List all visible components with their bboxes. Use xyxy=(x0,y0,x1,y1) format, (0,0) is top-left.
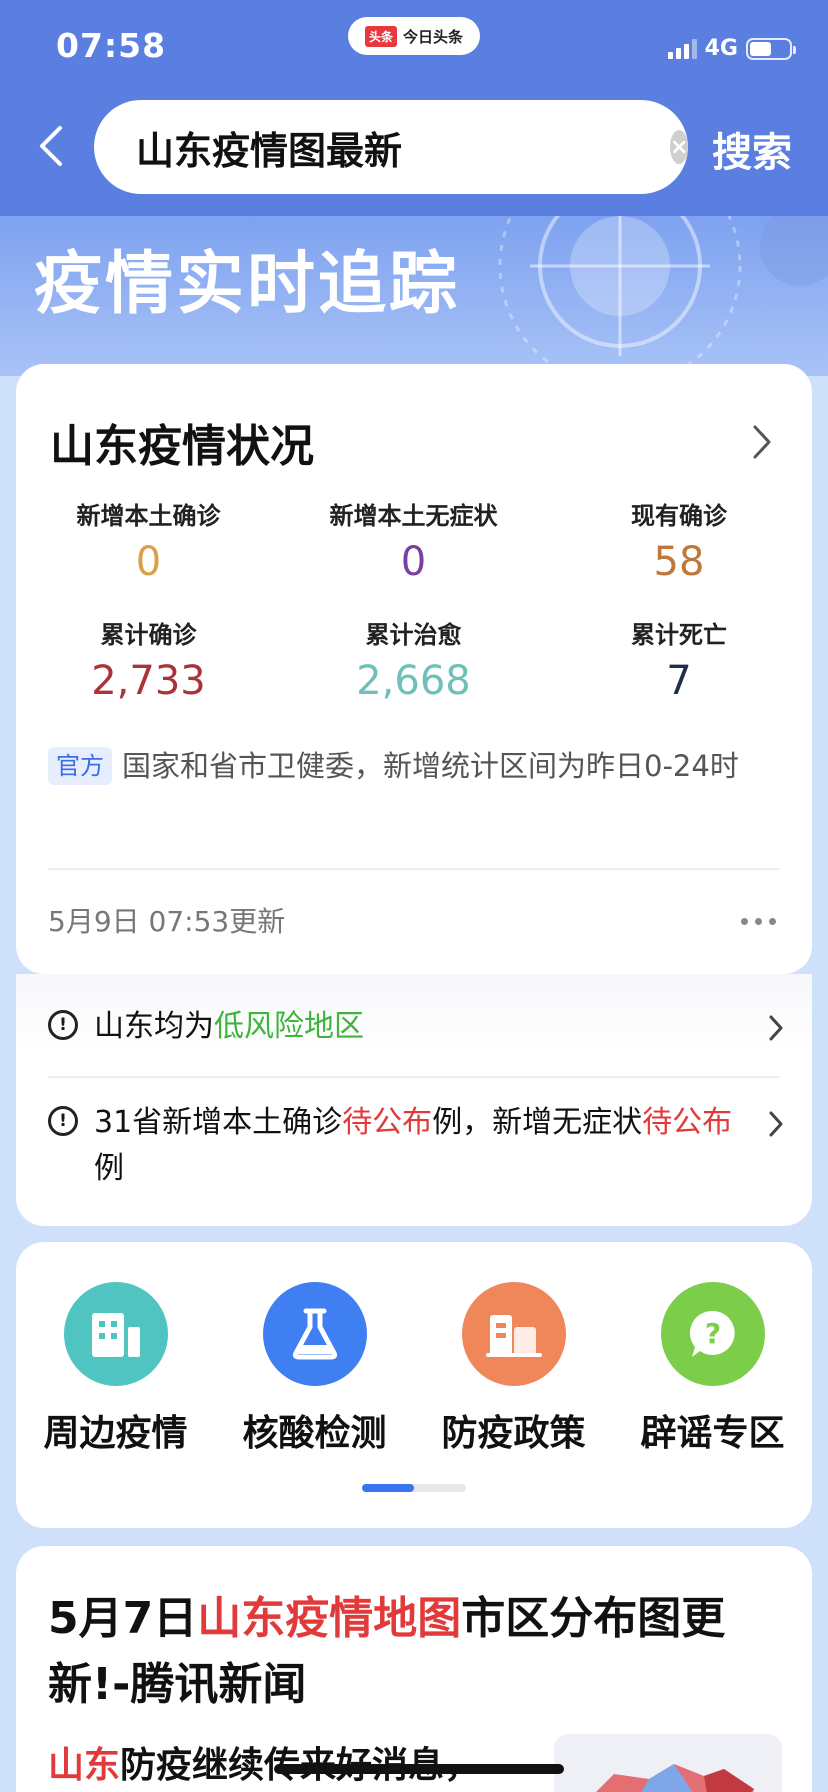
stat-new-local-asymptomatic: 新增本土无症状 0 xyxy=(329,502,498,585)
flask-icon xyxy=(262,1282,367,1386)
chevron-right-icon xyxy=(769,1015,783,1041)
news-title[interactable]: 5月7日山东疫情地图市区分布图更新!-腾讯新闻 xyxy=(48,1586,788,1718)
stats-grid: 新增本土确诊 0 新增本土无症状 0 现有确诊 58 累计确诊 2,733 累计… xyxy=(16,496,812,704)
top-header: 07:58 头条 今日头条 4G × 搜索 xyxy=(0,0,828,216)
home-indicator xyxy=(274,1764,564,1774)
map-thumbnail[interactable] xyxy=(554,1734,782,1792)
back-arrow-icon[interactable] xyxy=(36,124,66,168)
search-bar[interactable]: × xyxy=(94,100,689,194)
national-cases-row[interactable]: ! 31省新增本土确诊待公布例，新增无症状待公布例 xyxy=(48,1100,788,1192)
banner-title: 疫情实时追踪 xyxy=(34,245,461,324)
info-icon: ! xyxy=(48,1010,78,1040)
source-text: 国家和省市卫健委，新增统计区间为昨日0-24时 xyxy=(122,749,739,783)
clear-icon[interactable]: × xyxy=(670,130,689,164)
svg-text:?: ? xyxy=(704,1317,720,1350)
search-input[interactable] xyxy=(136,125,670,169)
signal-icon xyxy=(667,38,697,59)
risk-level-row[interactable]: ! 山东均为低风险地区 xyxy=(48,1004,788,1050)
document-building-icon xyxy=(461,1282,566,1386)
stat-new-local-confirmed: 新增本土确诊 0 xyxy=(76,502,221,585)
shortcut-grid: 周边疫情 核酸检测 防疫政策 ? 辟谣专区 xyxy=(16,1282,812,1456)
stat-current-confirmed: 现有确诊 58 xyxy=(631,502,727,585)
epidemic-status-card[interactable]: 山东疫情状况 新增本土确诊 0 新增本土无症状 0 现有确诊 58 累计确诊 2… xyxy=(16,364,812,974)
virus-target-decoration-icon xyxy=(498,216,828,376)
question-chat-icon: ? xyxy=(660,1282,765,1386)
low-risk-highlight: 低风险地区 xyxy=(214,1009,364,1044)
official-tag: 官方 xyxy=(48,747,112,785)
shortcuts-card: 周边疫情 核酸检测 防疫政策 ? 辟谣专区 xyxy=(16,1242,812,1528)
shortcut-rumor-debunk[interactable]: ? 辟谣专区 xyxy=(613,1282,812,1456)
search-button[interactable]: 搜索 xyxy=(712,120,792,178)
battery-icon xyxy=(746,37,796,60)
stat-total-deaths: 累计死亡 7 xyxy=(631,621,727,704)
status-indicators: 4G xyxy=(667,36,796,61)
stat-total-confirmed: 累计确诊 2,733 xyxy=(91,621,206,704)
stat-total-recovered: 累计治愈 2,668 xyxy=(356,621,471,704)
chevron-right-icon[interactable] xyxy=(752,424,772,460)
app-logo: 头条 xyxy=(364,25,397,47)
data-source-note: 官方 国家和省市卫健委，新增统计区间为昨日0-24时 xyxy=(48,740,788,792)
app-name: 今日头条 xyxy=(403,27,464,46)
divider xyxy=(48,1076,780,1078)
status-card-title: 山东疫情状况 xyxy=(50,421,314,472)
news-result-card[interactable]: 5月7日山东疫情地图市区分布图更新!-腾讯新闻 山东防疫继续传来好消息， xyxy=(16,1546,812,1792)
update-time: 5月9日 07:53更新 xyxy=(48,905,286,938)
tracking-banner: 疫情实时追踪 xyxy=(0,216,828,376)
status-time: 07:58 xyxy=(56,26,167,65)
divider xyxy=(48,868,780,870)
shortcut-nucleic-test[interactable]: 核酸检测 xyxy=(215,1282,414,1456)
shortcut-nearby-epidemic[interactable]: 周边疫情 xyxy=(16,1282,215,1456)
chevron-right-icon xyxy=(769,1111,783,1137)
app-source-pill[interactable]: 头条 今日头条 xyxy=(348,17,480,55)
building-icon xyxy=(63,1282,168,1386)
shortcut-prevention-policy[interactable]: 防疫政策 xyxy=(414,1282,613,1456)
page-indicator xyxy=(362,1484,466,1492)
info-icon: ! xyxy=(48,1106,78,1136)
more-options-icon[interactable] xyxy=(741,918,776,925)
news-snippet: 山东防疫继续传来好消息， xyxy=(48,1745,480,1786)
network-label: 4G xyxy=(704,36,738,61)
risk-info-card: ! 山东均为低风险地区 ! 31省新增本土确诊待公布例，新增无症状待公布例 xyxy=(16,974,812,1226)
